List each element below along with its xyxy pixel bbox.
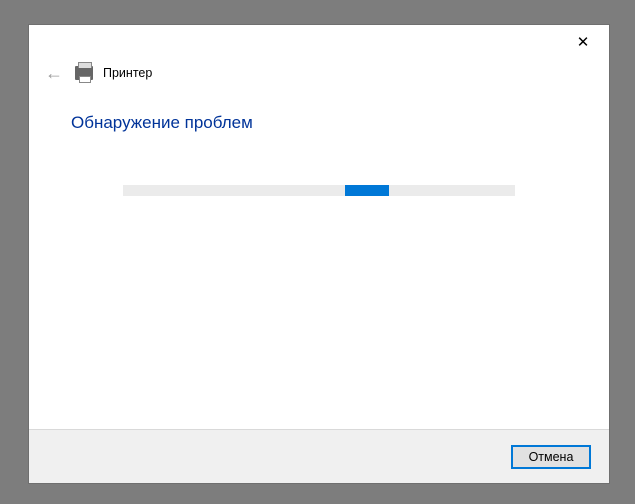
page-heading: Обнаружение проблем bbox=[71, 113, 569, 133]
cancel-button[interactable]: Отмена bbox=[511, 445, 591, 469]
troubleshooter-window: ✕ ← Принтер Обнаружение проблем Отмена bbox=[28, 24, 610, 484]
progress-chunk bbox=[345, 185, 389, 196]
titlebar: ✕ bbox=[29, 25, 609, 59]
content-area: Обнаружение проблем bbox=[29, 87, 609, 429]
close-icon: ✕ bbox=[577, 35, 590, 50]
progress-wrap bbox=[69, 185, 569, 196]
backdrop: ✕ ← Принтер Обнаружение проблем Отмена bbox=[0, 0, 635, 504]
window-title: Принтер bbox=[103, 66, 152, 80]
footer: Отмена bbox=[29, 429, 609, 483]
close-button[interactable]: ✕ bbox=[561, 28, 605, 56]
printer-icon bbox=[75, 66, 93, 80]
header-row: ← Принтер bbox=[29, 59, 609, 87]
progress-bar bbox=[123, 185, 515, 196]
back-button: ← bbox=[43, 62, 65, 84]
back-arrow-icon: ← bbox=[45, 63, 63, 84]
